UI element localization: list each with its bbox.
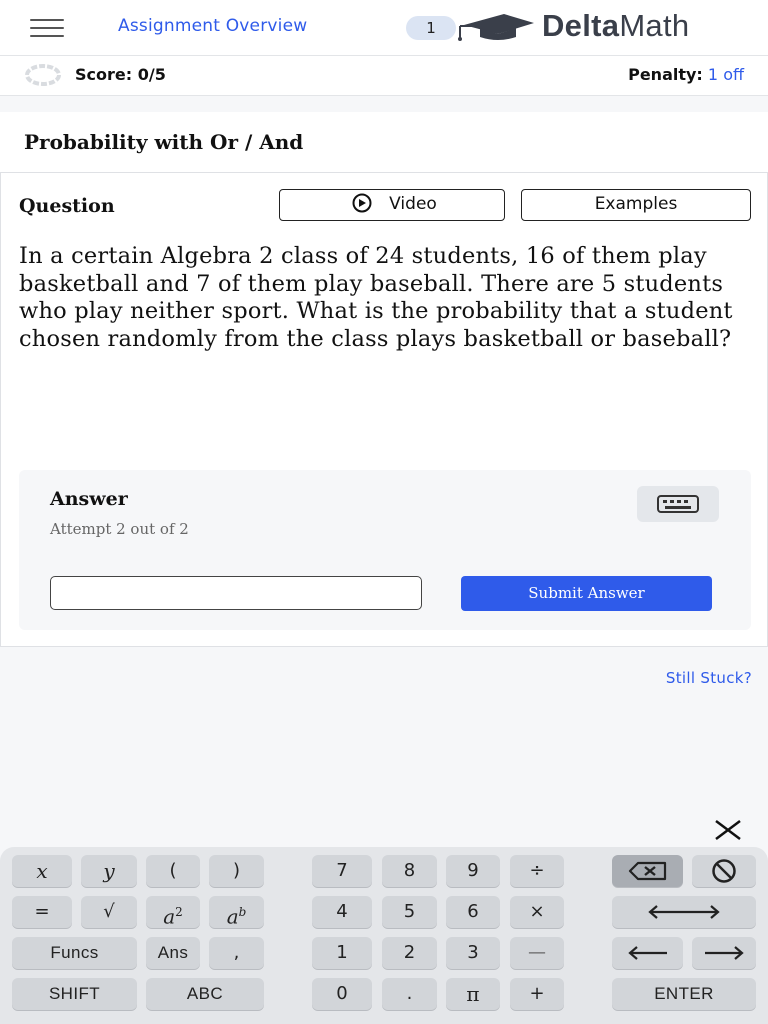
left-arrow-key[interactable] xyxy=(612,937,683,969)
key-sqrt[interactable]: √ xyxy=(81,896,137,928)
video-button-label: Video xyxy=(389,194,437,214)
math-keyboard: x y ( ) 7 8 9 ÷ = √ a2 ab 4 5 6 × Funcs … xyxy=(0,847,768,1024)
score-progress-icon xyxy=(25,64,61,86)
answer-heading: Answer xyxy=(50,488,128,510)
key-1[interactable]: 1 xyxy=(312,937,372,969)
key-4[interactable]: 4 xyxy=(312,896,372,928)
key-7[interactable]: 7 xyxy=(312,855,372,887)
key-equals[interactable]: = xyxy=(12,896,72,928)
score-bar: Score: 0/5 Penalty: 1 off xyxy=(0,56,768,96)
backspace-key[interactable] xyxy=(612,855,683,887)
key-3[interactable]: 3 xyxy=(446,937,500,969)
penalty-value[interactable]: 1 off xyxy=(708,65,744,84)
logo-bold-text: Delta xyxy=(542,8,620,43)
examples-button[interactable]: Examples xyxy=(521,189,751,221)
key-9[interactable]: 9 xyxy=(446,855,500,887)
menu-icon[interactable] xyxy=(30,18,64,38)
key-square-base: a xyxy=(163,904,176,929)
assignment-count-badge: 1 xyxy=(406,16,456,40)
still-stuck-link[interactable]: Still Stuck? xyxy=(666,669,752,687)
logo-thin-text: Math xyxy=(619,8,690,43)
abc-key[interactable]: ABC xyxy=(146,978,264,1010)
penalty-info: Penalty: 1 off xyxy=(628,65,744,84)
top-header: Assignment Overview 1 DeltaMath xyxy=(0,0,768,56)
left-right-key[interactable] xyxy=(612,896,756,928)
shift-key[interactable]: SHIFT xyxy=(12,978,137,1010)
key-2[interactable]: 2 xyxy=(382,937,437,969)
key-comma[interactable]: , xyxy=(209,937,264,969)
keyboard-toggle-button[interactable] xyxy=(637,486,719,522)
key-divide[interactable]: ÷ xyxy=(510,855,564,887)
ans-key[interactable]: Ans xyxy=(146,937,200,969)
key-plus[interactable]: + xyxy=(510,978,564,1010)
video-button[interactable]: Video xyxy=(279,189,505,221)
question-text: In a certain Algebra 2 class of 24 stude… xyxy=(19,243,733,352)
clear-key[interactable] xyxy=(692,855,756,887)
key-open-paren[interactable]: ( xyxy=(146,855,200,887)
key-6[interactable]: 6 xyxy=(446,896,500,928)
key-minus[interactable]: — xyxy=(510,937,564,969)
penalty-label: Penalty: xyxy=(628,65,703,84)
key-0[interactable]: 0 xyxy=(312,978,372,1010)
left-right-arrow-icon xyxy=(648,905,720,919)
key-decimal[interactable]: . xyxy=(382,978,437,1010)
right-arrow-key[interactable] xyxy=(692,937,756,969)
key-power-exponent: b xyxy=(238,905,247,919)
close-icon[interactable] xyxy=(712,818,744,842)
key-y[interactable]: y xyxy=(81,855,137,887)
key-8[interactable]: 8 xyxy=(382,855,437,887)
assignment-overview-link[interactable]: Assignment Overview xyxy=(118,16,307,36)
answer-input[interactable] xyxy=(50,576,422,610)
clear-icon xyxy=(712,859,736,883)
deltamath-logo: DeltaMath xyxy=(542,8,689,44)
graduation-cap-icon xyxy=(458,14,534,41)
key-x[interactable]: x xyxy=(12,855,72,887)
key-pi[interactable]: π xyxy=(446,978,500,1010)
enter-key[interactable]: ENTER xyxy=(612,978,756,1010)
key-square[interactable]: a2 xyxy=(146,896,200,929)
title-section: Probability with Or / And xyxy=(0,112,768,172)
question-heading: Question xyxy=(19,195,115,217)
left-arrow-icon xyxy=(627,946,667,960)
right-arrow-icon xyxy=(705,946,744,960)
key-power[interactable]: ab xyxy=(209,896,264,929)
key-multiply[interactable]: × xyxy=(510,896,564,928)
attempt-counter: Attempt 2 out of 2 xyxy=(50,520,189,538)
key-power-base: a xyxy=(226,904,239,929)
play-icon xyxy=(352,193,372,213)
funcs-key[interactable]: Funcs xyxy=(12,937,137,969)
score-label: Score: 0/5 xyxy=(75,65,166,84)
keyboard-icon xyxy=(657,495,699,513)
key-square-exponent: 2 xyxy=(175,905,183,919)
key-close-paren[interactable]: ) xyxy=(209,855,264,887)
key-5[interactable]: 5 xyxy=(382,896,437,928)
question-card: Question Video Examples In a certain Alg… xyxy=(0,172,768,647)
answer-section: Answer Attempt 2 out of 2 Submit Answer xyxy=(19,470,751,630)
backspace-icon xyxy=(628,861,666,881)
page-title: Probability with Or / And xyxy=(24,130,304,154)
submit-answer-button[interactable]: Submit Answer xyxy=(461,576,712,611)
